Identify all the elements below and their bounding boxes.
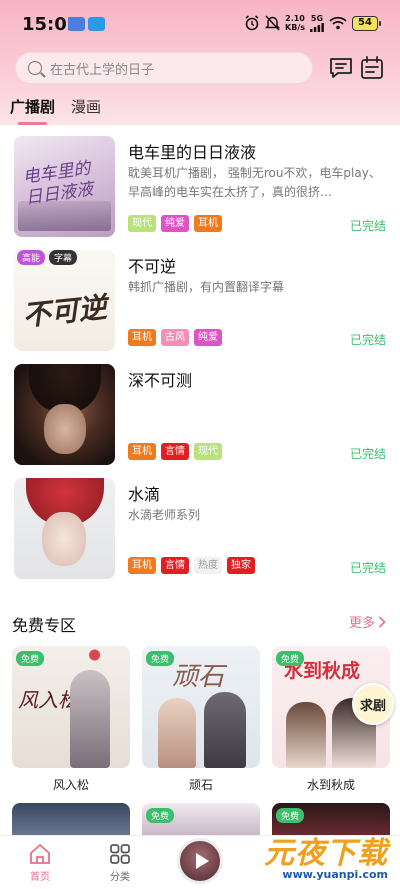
battery-indicator: 54 xyxy=(352,15,381,31)
more-label: 更多 xyxy=(348,616,375,631)
free-badge: 免费 xyxy=(276,808,305,823)
drama-title: 电车里的日日液液 xyxy=(128,143,257,162)
tag: 言情 xyxy=(161,443,189,460)
cover-title-art: 不可逆 xyxy=(21,290,109,333)
tag: 言情 xyxy=(161,557,189,574)
signal-icon xyxy=(310,22,324,32)
card-cover: 风入松 免费 xyxy=(12,646,130,768)
list-item[interactable]: 深不可测 耳机 言情 现代 已完结 xyxy=(0,353,400,467)
tag: 耳机 xyxy=(128,329,156,346)
tag: 现代 xyxy=(128,215,156,232)
tab-audio-drama[interactable]: 广播剧 xyxy=(10,96,55,125)
section-title-free: 免费专区 xyxy=(12,616,77,635)
nav-home[interactable]: 首页 xyxy=(10,842,70,883)
app-notification-icon xyxy=(88,17,105,31)
drama-title: 深不可测 xyxy=(128,371,193,390)
free-card[interactable]: 风入松 免费 风入松 xyxy=(12,646,130,793)
free-badge: 免费 xyxy=(16,651,45,666)
chevron-right-icon xyxy=(378,615,386,628)
tag: 耳机 xyxy=(194,215,222,232)
list-item[interactable]: 不可逆 高能 字幕 不可逆 韩抓广播剧，有内置翻译字幕 耳机 古风 纯爱 已完结 xyxy=(0,239,400,353)
tag: 独家 xyxy=(227,557,255,574)
card-cover: 顽石 免费 xyxy=(142,646,260,768)
tag-list: 现代 纯爱 耳机 xyxy=(128,215,222,232)
message-icon[interactable] xyxy=(328,55,354,81)
free-card[interactable]: 免费 xyxy=(142,803,260,835)
request-drama-button[interactable]: 求剧 xyxy=(352,683,394,725)
badge: 字幕 xyxy=(49,250,78,265)
tag: 热度 xyxy=(194,557,222,574)
nav-category-label: 分类 xyxy=(110,872,130,883)
card-title: 水到秋成 xyxy=(306,778,355,792)
completion-status: 已完结 xyxy=(349,447,386,461)
drama-cover: 电车里的日日液液 xyxy=(14,136,115,237)
completion-status: 已完结 xyxy=(349,219,386,233)
tag-list: 耳机 言情 热度 独家 xyxy=(128,557,255,574)
card-title: 风入松 xyxy=(52,778,89,792)
play-icon xyxy=(195,853,209,869)
more-link[interactable]: 更多 xyxy=(349,612,386,631)
free-badge: 免费 xyxy=(146,651,175,666)
card-title: 顽石 xyxy=(188,778,213,792)
drama-cover: 不可逆 xyxy=(14,250,115,351)
status-bar: 15:02 2.10 KB/s 5G 54 xyxy=(0,0,400,48)
speed-unit: KB/s xyxy=(285,23,305,32)
drama-title: 水滴 xyxy=(128,485,161,504)
app-notification-icon xyxy=(68,17,85,31)
nav-home-label: 首页 xyxy=(30,872,50,883)
tag: 古风 xyxy=(161,329,189,346)
completion-status: 已完结 xyxy=(349,561,386,575)
drama-description: 韩抓广播剧，有内置翻译字幕 xyxy=(128,280,285,294)
speed-value: 2.10 xyxy=(285,14,305,23)
tag: 纯爱 xyxy=(161,215,189,232)
nav-category[interactable]: 分类 xyxy=(90,842,150,883)
search-bar[interactable]: 在古代上学的日子 xyxy=(15,52,313,84)
drama-list: 电车里的日日液液 电车里的日日液液 耽美耳机广播剧， 强制无rou不欢，电车pl… xyxy=(0,125,400,581)
calendar-icon[interactable] xyxy=(359,55,385,81)
badge-list: 高能 字幕 xyxy=(17,250,78,265)
free-badge: 免费 xyxy=(276,651,305,666)
status-icons: 2.10 KB/s 5G 54 xyxy=(244,13,381,32)
tag-list: 耳机 古风 纯爱 xyxy=(128,329,222,346)
badge: 高能 xyxy=(17,250,46,265)
tag: 耳机 xyxy=(128,443,156,460)
tab-comics[interactable]: 漫画 xyxy=(71,96,101,123)
tag-list: 耳机 言情 现代 xyxy=(128,443,222,460)
search-placeholder: 在古代上学的日子 xyxy=(50,62,155,78)
tag: 现代 xyxy=(194,443,222,460)
cover-title-art: 顽石 xyxy=(172,662,225,692)
tag: 耳机 xyxy=(128,557,156,574)
free-card-row: 风入松 免费 风入松 顽石 免费 顽石 水到秋成 免费 水到秋成 xyxy=(12,646,390,793)
now-playing-button[interactable] xyxy=(177,838,223,884)
list-item[interactable]: 电车里的日日液液 电车里的日日液液 耽美耳机广播剧， 强制无rou不欢，电车pl… xyxy=(0,125,400,239)
grid-icon xyxy=(110,844,130,864)
drama-cover xyxy=(14,364,115,465)
drama-description: 耽美耳机广播剧， 强制无rou不欢，电车play、 早高峰的电车实在太挤了，真的… xyxy=(128,166,381,199)
drama-cover xyxy=(14,478,115,579)
network-speed: 2.10 KB/s xyxy=(285,14,305,32)
search-icon xyxy=(28,61,42,75)
alarm-icon xyxy=(245,15,259,31)
category-tabs: 广播剧 漫画 xyxy=(10,96,101,125)
free-badge: 免费 xyxy=(146,808,175,823)
wifi-icon xyxy=(329,16,347,30)
watermark: 元夜下载 www.yuanpi.com xyxy=(264,828,388,881)
list-item[interactable]: 水滴 水滴老师系列 耳机 言情 热度 独家 已完结 xyxy=(0,467,400,581)
free-card[interactable] xyxy=(12,803,130,835)
completion-status: 已完结 xyxy=(349,333,386,347)
mute-bell-icon xyxy=(265,15,281,31)
tag: 纯爱 xyxy=(194,329,222,346)
drama-description: 水滴老师系列 xyxy=(128,508,201,522)
network-type: 5G xyxy=(310,13,324,23)
drama-title: 不可逆 xyxy=(128,257,177,276)
free-card[interactable]: 顽石 免费 顽石 xyxy=(142,646,260,793)
cover-title-art: 风入松 xyxy=(18,688,78,712)
watermark-logo: 元夜下载 xyxy=(264,836,388,871)
watermark-url: www.yuanpi.com xyxy=(282,868,388,881)
home-icon xyxy=(30,844,50,864)
